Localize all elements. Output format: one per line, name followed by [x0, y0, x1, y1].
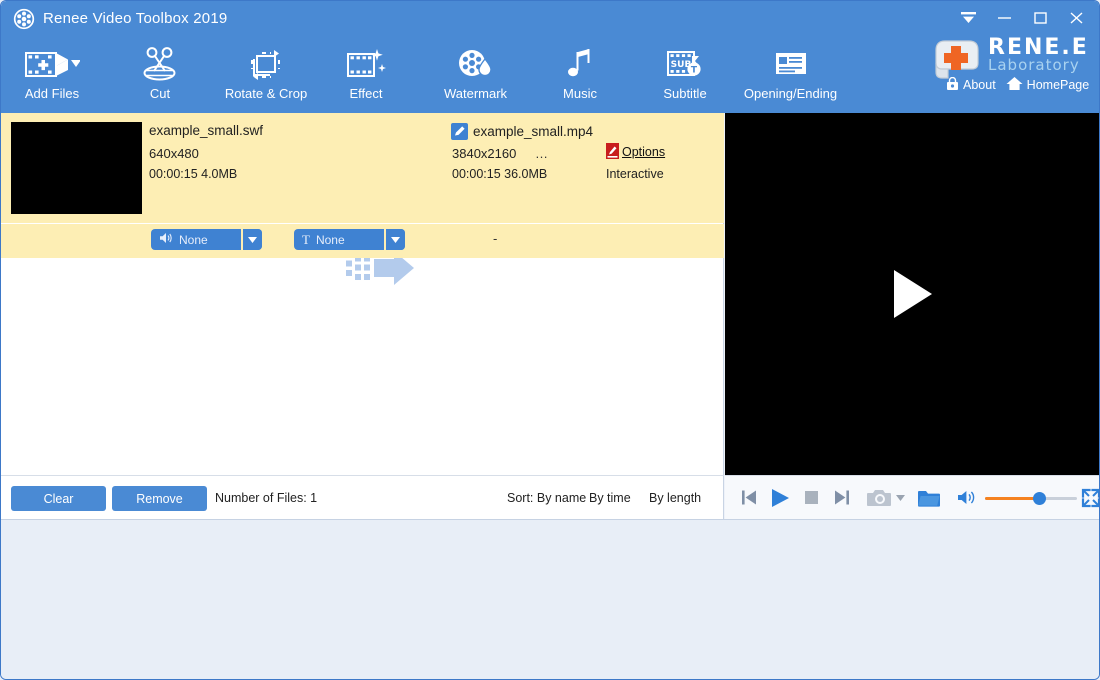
music-icon	[565, 43, 595, 85]
toolbar-item-rotate-crop[interactable]: Rotate & Crop	[206, 37, 326, 113]
maximize-button[interactable]	[1023, 5, 1057, 31]
target-file-name: example_small.mp4	[473, 124, 593, 139]
toolbar-label-music: Music	[563, 86, 597, 101]
home-icon	[1006, 76, 1023, 94]
cut-icon	[139, 43, 181, 85]
source-resolution: 640x480	[149, 146, 199, 161]
folder-icon[interactable]	[917, 488, 941, 508]
brand-block: RENE.E Laboratory About	[928, 29, 1093, 105]
volume-slider[interactable]	[985, 490, 1063, 506]
subtitle-track-dropdown-icon[interactable]	[384, 229, 405, 250]
toolbar-item-effect[interactable]: Effect	[331, 37, 401, 113]
number-of-files: Number of Files: 1	[215, 491, 317, 505]
toolbar-label-add-files: Add Files	[25, 86, 79, 101]
audio-track-value: None	[179, 233, 208, 247]
list-toolbar: Clear Remove Number of Files: 1 Sort: By…	[1, 475, 724, 519]
rotate-crop-icon	[246, 43, 286, 85]
application-window: Renee Video Toolbox 2019	[0, 0, 1100, 680]
effect-icon	[344, 43, 388, 85]
file-list-panel: example_small.swf 640x480 00:00:15 4.0MB…	[1, 113, 724, 475]
target-more-icon[interactable]: …	[535, 146, 549, 161]
options-icon	[606, 143, 619, 159]
add-files-icon	[24, 43, 80, 85]
camera-icon[interactable]	[867, 488, 893, 508]
text-icon: T	[302, 232, 310, 248]
toolbar-label-watermark: Watermark	[444, 86, 507, 101]
speaker-icon[interactable]	[957, 489, 977, 506]
skip-previous-icon[interactable]	[739, 489, 759, 506]
close-button[interactable]	[1059, 5, 1093, 31]
subtitle-icon: SUB T	[663, 43, 707, 85]
sort-by-length[interactable]: By length	[649, 491, 701, 505]
subtitle-track-select[interactable]: T None	[294, 229, 405, 250]
toolbar-item-cut[interactable]: Cut	[119, 37, 201, 113]
file-track-row: None T None	[1, 224, 724, 258]
sub-placeholder: -	[493, 231, 497, 246]
minimize-button[interactable]	[987, 5, 1021, 31]
volume-slider-handle[interactable]	[1033, 492, 1046, 505]
stop-icon[interactable]	[802, 491, 822, 504]
play-icon[interactable]	[769, 488, 791, 508]
header: Renee Video Toolbox 2019	[1, 1, 1100, 113]
source-file-name: example_small.swf	[149, 123, 263, 138]
target-resolution: 3840x2160	[452, 146, 516, 161]
video-preview-panel[interactable]	[725, 113, 1100, 475]
homepage-label: HomePage	[1027, 78, 1090, 92]
sort-by-name[interactable]: Sort: By name	[507, 491, 586, 505]
speaker-icon	[159, 232, 173, 247]
edit-target-icon[interactable]	[451, 123, 468, 140]
settings-panel: Merge all files into one Enable GPU Acce…	[1, 519, 1100, 679]
tray-button[interactable]	[951, 5, 985, 31]
file-row[interactable]: example_small.swf 640x480 00:00:15 4.0MB…	[1, 113, 724, 223]
brand-subtitle: Laboratory	[988, 56, 1089, 74]
remove-button[interactable]: Remove	[112, 486, 207, 511]
svg-text:T: T	[691, 66, 698, 76]
toolbar-label-rotate-crop: Rotate & Crop	[225, 86, 307, 101]
toolbar-label-opening-ending: Opening/Ending	[744, 86, 837, 101]
interactive-label: Interactive	[606, 167, 664, 181]
toolbar-item-opening-ending[interactable]: Opening/Ending	[728, 37, 853, 113]
audio-track-select[interactable]: None	[151, 229, 262, 250]
homepage-link[interactable]: HomePage	[1006, 76, 1090, 94]
audio-track-dropdown-icon[interactable]	[241, 229, 262, 250]
renee-logo-icon	[928, 34, 986, 89]
play-overlay-icon[interactable]	[894, 270, 932, 318]
skip-next-icon[interactable]	[832, 489, 852, 506]
source-meta: 00:00:15 4.0MB	[149, 167, 237, 181]
window-title: Renee Video Toolbox 2019	[43, 10, 227, 27]
player-controls-bar	[725, 475, 1100, 519]
fullscreen-icon[interactable]	[1081, 488, 1100, 508]
subtitle-track-value: None	[316, 233, 345, 247]
clear-button[interactable]: Clear	[11, 486, 106, 511]
toolbar-item-add-files[interactable]: Add Files	[13, 37, 91, 113]
opening-ending-icon	[773, 43, 809, 85]
brand-text: RENE.E Laboratory	[988, 35, 1089, 74]
target-meta: 00:00:15 36.0MB	[452, 167, 547, 181]
toolbar-label-subtitle: Subtitle	[663, 86, 706, 101]
options-link[interactable]: Options	[622, 145, 665, 159]
watermark-icon	[456, 43, 496, 85]
app-logo-icon	[13, 8, 35, 30]
toolbar-item-music[interactable]: Music	[546, 37, 614, 113]
toolbar-item-subtitle[interactable]: SUB T Subtitle	[644, 37, 726, 113]
window-controls	[951, 5, 1093, 31]
sort-by-time[interactable]: By time	[589, 491, 631, 505]
file-thumbnail	[11, 122, 142, 214]
toolbar-item-watermark[interactable]: Watermark	[428, 37, 523, 113]
toolbar-label-cut: Cut	[150, 86, 170, 101]
toolbar-label-effect: Effect	[349, 86, 382, 101]
camera-dropdown-icon[interactable]	[896, 495, 905, 501]
